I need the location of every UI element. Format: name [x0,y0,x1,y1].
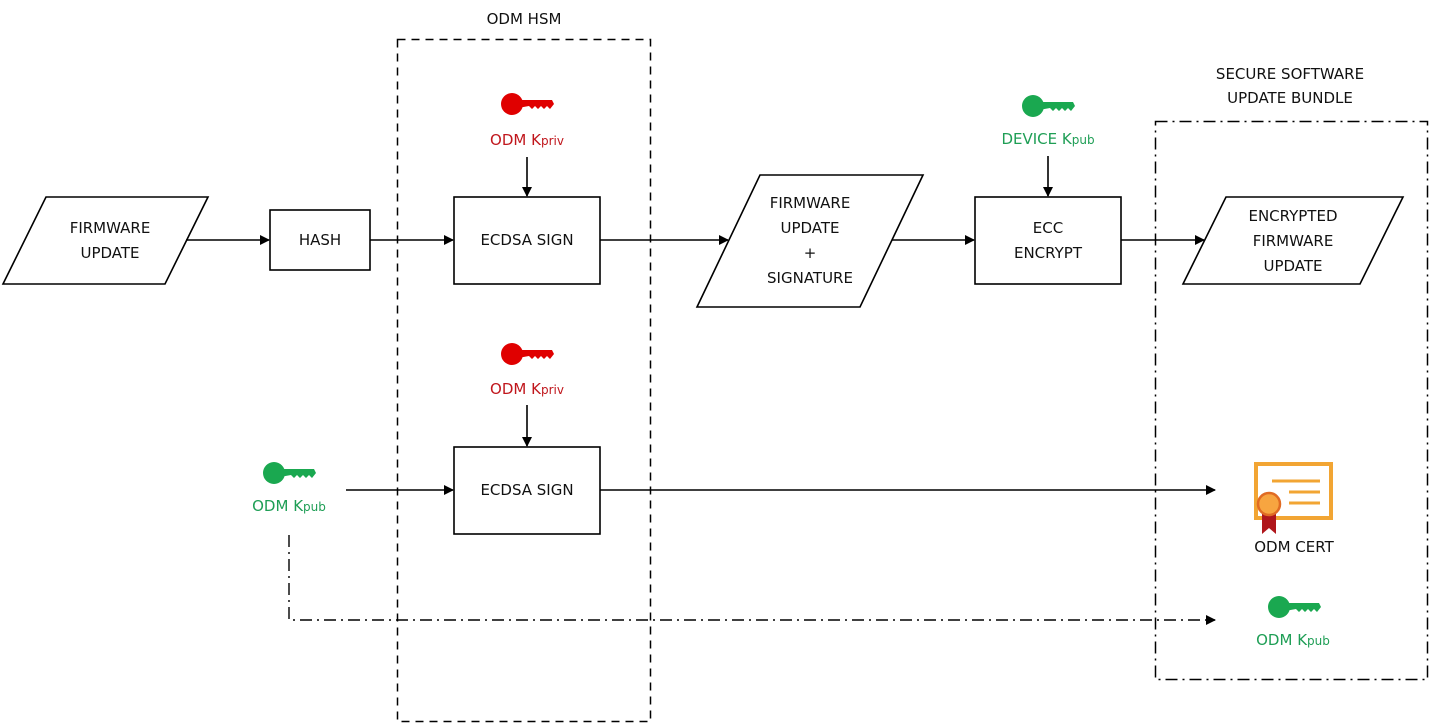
key-sub: priv [540,134,564,148]
bundle-title-line1: SECURE SOFTWARE [1215,65,1365,83]
hash-label: HASH [298,231,342,249]
key-icon-device-pub [1022,95,1075,117]
ecdsa-sign-1-label: ECDSA SIGN [480,231,574,249]
odm-cert-label: ODM CERT [1254,538,1334,556]
ecc-encrypt-label: ECC ENCRYPT [975,216,1121,266]
label-line: ECC [1032,219,1064,237]
odm-priv-2-label: ODM Kpriv [490,380,564,398]
key-sub: pub [1071,133,1095,147]
bundle-group-title: SECURE SOFTWARE UPDATE BUNDLE [1216,62,1364,110]
fw-signature-label: FIRMWARE UPDATE + SIGNATURE [750,191,870,291]
encrypted-fw-label: ENCRYPTED FIRMWARE UPDATE [1233,204,1353,279]
odm-pub-bundle-label: ODM Kpub [1256,631,1330,649]
odm-pub-src-label: ODM Kpub [252,497,326,515]
ecdsa-sign-2-label: ECDSA SIGN [480,481,574,499]
label-line: FIRMWARE [1252,232,1334,250]
firmware-update-label: FIRMWARE UPDATE [55,216,165,266]
diagram-canvas [1,38,1429,723]
key-icon-odm-pub-src [263,462,316,484]
key-icon-odm-priv-2 [501,343,554,365]
hsm-group-title: ODM HSM [486,10,562,28]
key-main: DEVICE K [1001,130,1072,148]
label-line: UPDATE [780,219,840,237]
label-line: UPDATE [1263,257,1323,275]
label-line: + [803,244,817,262]
key-sub: pub [1307,634,1330,648]
key-sub: priv [540,383,564,397]
key-icon-odm-pub-bundle [1268,596,1321,618]
arrow-pubkey-to-bundle [288,535,1216,625]
odm-priv-1-label: ODM Kpriv [490,131,564,149]
key-icon-odm-priv-1 [501,93,554,115]
certificate-icon [1254,462,1333,534]
bundle-title-line2: UPDATE BUNDLE [1227,89,1353,107]
label-line: FIRMWARE [69,219,151,237]
key-main: ODM K [490,380,541,398]
label-line: ENCRYPT [1013,244,1082,262]
key-sub: pub [303,500,326,514]
label-line: ENCRYPTED [1248,207,1338,225]
key-main: ODM K [1256,631,1308,649]
label-line: SIGNATURE [767,269,853,287]
key-main: ODM K [252,497,304,515]
label-line: FIRMWARE [769,194,851,212]
key-main: ODM K [490,131,541,149]
device-pub-label: DEVICE Kpub [1001,130,1094,148]
label-line: UPDATE [80,244,140,262]
